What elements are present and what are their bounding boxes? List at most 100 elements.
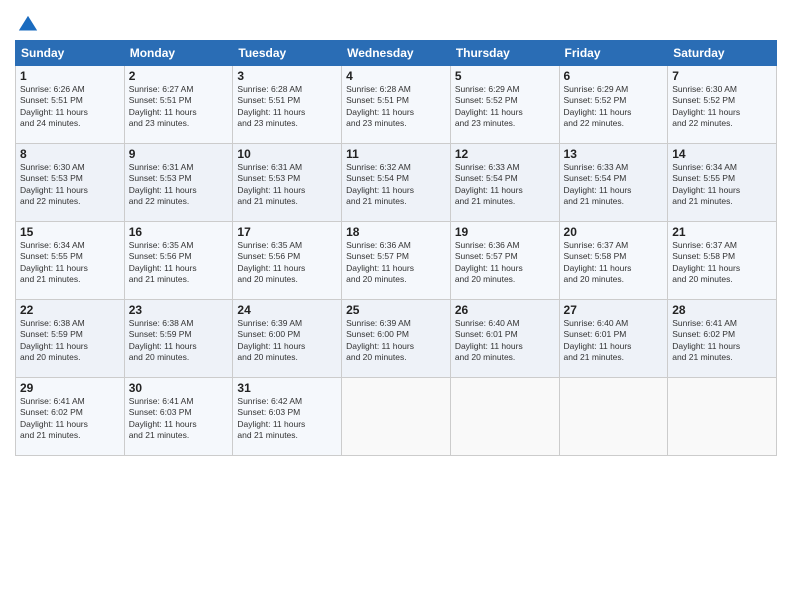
calendar-cell: 17Sunrise: 6:35 AM Sunset: 5:56 PM Dayli… (233, 222, 342, 300)
day-info: Sunrise: 6:26 AM Sunset: 5:51 PM Dayligh… (20, 84, 120, 130)
weekday-header-sunday: Sunday (16, 41, 125, 66)
day-number: 1 (20, 69, 120, 83)
calendar-cell: 5Sunrise: 6:29 AM Sunset: 5:52 PM Daylig… (450, 66, 559, 144)
weekday-header-thursday: Thursday (450, 41, 559, 66)
day-number: 11 (346, 147, 446, 161)
day-number: 26 (455, 303, 555, 317)
calendar-week-2: 8Sunrise: 6:30 AM Sunset: 5:53 PM Daylig… (16, 144, 777, 222)
calendar-cell: 20Sunrise: 6:37 AM Sunset: 5:58 PM Dayli… (559, 222, 668, 300)
page-container: SundayMondayTuesdayWednesdayThursdayFrid… (0, 0, 792, 461)
day-info: Sunrise: 6:28 AM Sunset: 5:51 PM Dayligh… (237, 84, 337, 130)
day-info: Sunrise: 6:29 AM Sunset: 5:52 PM Dayligh… (564, 84, 664, 130)
day-number: 4 (346, 69, 446, 83)
day-number: 15 (20, 225, 120, 239)
calendar-cell: 6Sunrise: 6:29 AM Sunset: 5:52 PM Daylig… (559, 66, 668, 144)
day-number: 8 (20, 147, 120, 161)
calendar-cell: 10Sunrise: 6:31 AM Sunset: 5:53 PM Dayli… (233, 144, 342, 222)
calendar-cell: 21Sunrise: 6:37 AM Sunset: 5:58 PM Dayli… (668, 222, 777, 300)
calendar-cell: 18Sunrise: 6:36 AM Sunset: 5:57 PM Dayli… (342, 222, 451, 300)
calendar-cell (559, 378, 668, 456)
day-info: Sunrise: 6:35 AM Sunset: 5:56 PM Dayligh… (237, 240, 337, 286)
calendar-week-3: 15Sunrise: 6:34 AM Sunset: 5:55 PM Dayli… (16, 222, 777, 300)
calendar-cell: 16Sunrise: 6:35 AM Sunset: 5:56 PM Dayli… (124, 222, 233, 300)
day-info: Sunrise: 6:31 AM Sunset: 5:53 PM Dayligh… (237, 162, 337, 208)
calendar-cell (450, 378, 559, 456)
day-info: Sunrise: 6:39 AM Sunset: 6:00 PM Dayligh… (237, 318, 337, 364)
calendar-cell: 12Sunrise: 6:33 AM Sunset: 5:54 PM Dayli… (450, 144, 559, 222)
calendar-cell: 9Sunrise: 6:31 AM Sunset: 5:53 PM Daylig… (124, 144, 233, 222)
calendar-cell: 30Sunrise: 6:41 AM Sunset: 6:03 PM Dayli… (124, 378, 233, 456)
day-info: Sunrise: 6:30 AM Sunset: 5:52 PM Dayligh… (672, 84, 772, 130)
day-number: 16 (129, 225, 229, 239)
day-info: Sunrise: 6:27 AM Sunset: 5:51 PM Dayligh… (129, 84, 229, 130)
day-number: 29 (20, 381, 120, 395)
day-info: Sunrise: 6:36 AM Sunset: 5:57 PM Dayligh… (346, 240, 446, 286)
day-number: 10 (237, 147, 337, 161)
day-info: Sunrise: 6:40 AM Sunset: 6:01 PM Dayligh… (455, 318, 555, 364)
calendar-week-4: 22Sunrise: 6:38 AM Sunset: 5:59 PM Dayli… (16, 300, 777, 378)
day-number: 17 (237, 225, 337, 239)
day-info: Sunrise: 6:34 AM Sunset: 5:55 PM Dayligh… (672, 162, 772, 208)
calendar-cell: 8Sunrise: 6:30 AM Sunset: 5:53 PM Daylig… (16, 144, 125, 222)
day-info: Sunrise: 6:37 AM Sunset: 5:58 PM Dayligh… (672, 240, 772, 286)
calendar-header-row: SundayMondayTuesdayWednesdayThursdayFrid… (16, 41, 777, 66)
day-info: Sunrise: 6:40 AM Sunset: 6:01 PM Dayligh… (564, 318, 664, 364)
day-number: 3 (237, 69, 337, 83)
day-info: Sunrise: 6:38 AM Sunset: 5:59 PM Dayligh… (20, 318, 120, 364)
calendar-cell: 26Sunrise: 6:40 AM Sunset: 6:01 PM Dayli… (450, 300, 559, 378)
day-info: Sunrise: 6:33 AM Sunset: 5:54 PM Dayligh… (564, 162, 664, 208)
calendar-cell (342, 378, 451, 456)
day-number: 21 (672, 225, 772, 239)
calendar-table: SundayMondayTuesdayWednesdayThursdayFrid… (15, 40, 777, 456)
calendar-cell: 27Sunrise: 6:40 AM Sunset: 6:01 PM Dayli… (559, 300, 668, 378)
day-number: 23 (129, 303, 229, 317)
day-info: Sunrise: 6:33 AM Sunset: 5:54 PM Dayligh… (455, 162, 555, 208)
calendar-cell: 15Sunrise: 6:34 AM Sunset: 5:55 PM Dayli… (16, 222, 125, 300)
day-number: 5 (455, 69, 555, 83)
day-number: 19 (455, 225, 555, 239)
calendar-cell (668, 378, 777, 456)
day-number: 7 (672, 69, 772, 83)
calendar-cell: 24Sunrise: 6:39 AM Sunset: 6:00 PM Dayli… (233, 300, 342, 378)
calendar-cell: 19Sunrise: 6:36 AM Sunset: 5:57 PM Dayli… (450, 222, 559, 300)
weekday-header-saturday: Saturday (668, 41, 777, 66)
calendar-cell: 22Sunrise: 6:38 AM Sunset: 5:59 PM Dayli… (16, 300, 125, 378)
calendar-week-5: 29Sunrise: 6:41 AM Sunset: 6:02 PM Dayli… (16, 378, 777, 456)
day-info: Sunrise: 6:28 AM Sunset: 5:51 PM Dayligh… (346, 84, 446, 130)
day-number: 2 (129, 69, 229, 83)
day-number: 22 (20, 303, 120, 317)
day-number: 20 (564, 225, 664, 239)
calendar-week-1: 1Sunrise: 6:26 AM Sunset: 5:51 PM Daylig… (16, 66, 777, 144)
header (15, 10, 777, 36)
day-number: 9 (129, 147, 229, 161)
day-info: Sunrise: 6:41 AM Sunset: 6:03 PM Dayligh… (129, 396, 229, 442)
day-info: Sunrise: 6:31 AM Sunset: 5:53 PM Dayligh… (129, 162, 229, 208)
calendar-cell: 11Sunrise: 6:32 AM Sunset: 5:54 PM Dayli… (342, 144, 451, 222)
day-number: 31 (237, 381, 337, 395)
day-number: 25 (346, 303, 446, 317)
day-number: 13 (564, 147, 664, 161)
calendar-cell: 4Sunrise: 6:28 AM Sunset: 5:51 PM Daylig… (342, 66, 451, 144)
calendar-body: 1Sunrise: 6:26 AM Sunset: 5:51 PM Daylig… (16, 66, 777, 456)
calendar-cell: 2Sunrise: 6:27 AM Sunset: 5:51 PM Daylig… (124, 66, 233, 144)
weekday-header-monday: Monday (124, 41, 233, 66)
day-number: 12 (455, 147, 555, 161)
day-number: 27 (564, 303, 664, 317)
day-info: Sunrise: 6:30 AM Sunset: 5:53 PM Dayligh… (20, 162, 120, 208)
weekday-header-friday: Friday (559, 41, 668, 66)
day-number: 18 (346, 225, 446, 239)
day-info: Sunrise: 6:36 AM Sunset: 5:57 PM Dayligh… (455, 240, 555, 286)
calendar-cell: 29Sunrise: 6:41 AM Sunset: 6:02 PM Dayli… (16, 378, 125, 456)
calendar-cell: 31Sunrise: 6:42 AM Sunset: 6:03 PM Dayli… (233, 378, 342, 456)
day-info: Sunrise: 6:42 AM Sunset: 6:03 PM Dayligh… (237, 396, 337, 442)
day-info: Sunrise: 6:41 AM Sunset: 6:02 PM Dayligh… (20, 396, 120, 442)
day-info: Sunrise: 6:38 AM Sunset: 5:59 PM Dayligh… (129, 318, 229, 364)
day-number: 14 (672, 147, 772, 161)
calendar-cell: 14Sunrise: 6:34 AM Sunset: 5:55 PM Dayli… (668, 144, 777, 222)
calendar-cell: 23Sunrise: 6:38 AM Sunset: 5:59 PM Dayli… (124, 300, 233, 378)
calendar-cell: 13Sunrise: 6:33 AM Sunset: 5:54 PM Dayli… (559, 144, 668, 222)
day-info: Sunrise: 6:32 AM Sunset: 5:54 PM Dayligh… (346, 162, 446, 208)
day-info: Sunrise: 6:37 AM Sunset: 5:58 PM Dayligh… (564, 240, 664, 286)
day-number: 24 (237, 303, 337, 317)
calendar-cell: 28Sunrise: 6:41 AM Sunset: 6:02 PM Dayli… (668, 300, 777, 378)
